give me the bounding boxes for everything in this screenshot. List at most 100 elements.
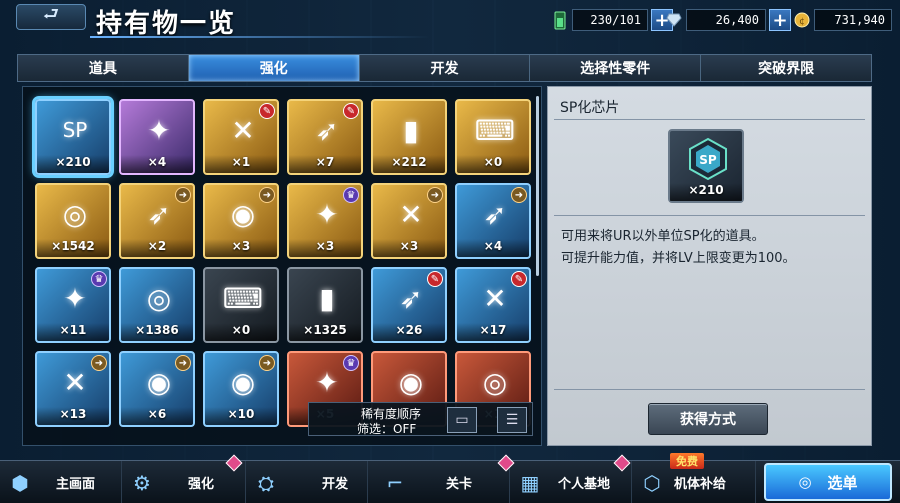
item-icon: ⌨ [222,281,264,315]
svg-text:¢: ¢ [799,17,805,27]
stamina-value: 230/101 [572,9,648,31]
arrow-badge-icon: ➜ [175,355,191,371]
sort-direction-button[interactable]: ☰ [497,407,527,433]
base-icon: ▦ [520,470,540,495]
radar-icon: ◎ [798,473,812,491]
grid-scrollbar[interactable] [536,96,539,276]
item-cell: ✦ ♛ ×11 [31,263,115,347]
nav-stage[interactable]: ⌐ 关卡 [368,454,515,503]
item-cell: ▮ ×1325 [283,263,367,347]
add-gems-button[interactable]: + [769,9,791,31]
item-slot[interactable]: ✕ ➜ ×13 [35,351,111,427]
nav-develop[interactable]: ⛭ 开发 [246,461,368,503]
tab-items[interactable]: 道具 [18,55,189,81]
item-slot[interactable]: ⌨ ×0 [455,99,531,175]
sp-chip-icon: SP [684,137,732,181]
item-cell: ✦ ×4 [115,95,199,179]
arrow-badge-icon: ➜ [427,187,443,203]
obtain-method-button[interactable]: 获得方式 [648,403,768,435]
sort-lines-icon: ☰ [505,412,519,428]
item-cell: ➶ ✎ ×26 [367,263,451,347]
item-cell: ◉ ➜ ×10 [199,347,283,431]
tab-limit-break[interactable]: 突破界限 [701,55,871,81]
item-icon: ▮ [403,113,419,147]
item-cell: ✕ ➜ ×13 [31,347,115,431]
item-icon: ✦ [147,113,171,147]
item-count: ×4 [457,239,529,257]
nav-enhance[interactable]: ⚙ 强化 [122,454,246,503]
nav-base[interactable]: ▦ 个人基地 [510,454,632,503]
item-icon: SP [62,118,88,142]
view-toggle-button[interactable]: ▭ [447,407,477,433]
item-slot[interactable]: ✕ ✎ ×1 [203,99,279,175]
item-icon: ◎ [146,281,172,315]
menu-button[interactable]: ◎ 选单 [764,463,892,501]
item-grid-panel: SP ×210 ✦ ×4 ✕ ✎ ×1 ➶ ✎ ×7 ▮ ×212 ⌨ ×0 ◎ ×1542 ➶ ➜ ×2 ◉ ➜ ×3 ✦… [22,86,542,446]
item-description-line2: 可提升能力值，并将LV上限变更为100。 [561,251,796,266]
tab-develop[interactable]: 开发 [360,55,531,81]
item-slot[interactable]: ➶ ➜ ×2 [119,183,195,259]
item-slot[interactable]: ➶ ➜ ×4 [455,183,531,259]
filter-label[interactable]: 筛选：OFF [357,420,416,437]
wrench-icon: ⚙ [133,470,151,495]
bottom-nav: ⬢ 主画面 ⚙ 强化 ⛭ 开发 ⌐ 关卡 ▦ 个人基地 ⬡ 机体补给 免费 ◎ … [0,453,900,503]
item-cell: ▮ ×212 [367,95,451,179]
gems-value: 26,400 [686,9,766,31]
item-cell: ⌨ ×0 [199,263,283,347]
item-cell: ◎ ×1542 [31,179,115,263]
arrow-badge-icon: ➜ [511,187,527,203]
crown-badge-icon: ♛ [343,355,359,371]
item-count: ×1542 [37,239,109,257]
return-arrow-icon: ⮐ [42,4,60,25]
item-count: ×0 [457,155,529,173]
nav-supply[interactable]: ⬡ 机体补给 免费 [632,453,756,503]
coins-resource: ¢ 731,940 [794,9,892,31]
item-icon: ◎ [62,197,88,231]
battery-icon [552,10,568,30]
arrow-badge-icon: ➜ [91,355,107,371]
item-slot[interactable]: ✦ ♛ ×11 [35,267,111,343]
nav-develop-label: 开发 [322,477,349,492]
arrow-badge-icon: ➜ [259,187,275,203]
item-slot[interactable]: SP ×210 [32,96,114,178]
plus-icon: + [772,9,788,31]
item-count: ×4 [121,155,193,173]
card-view-icon: ▭ [455,412,469,428]
item-cell: ✕ ✎ ×1 [199,95,283,179]
capsule-icon: ⬡ [643,470,661,495]
sort-filter-bar: 稀有度顺序 筛选：OFF ▭ ☰ [308,402,533,436]
item-count: ×17 [457,323,529,341]
item-slot[interactable]: ✕ ➜ ×3 [371,183,447,259]
item-slot[interactable]: ➶ ✎ ×26 [371,267,447,343]
item-slot[interactable]: ◎ ×1542 [35,183,111,259]
item-slot[interactable]: ◎ ×1386 [119,267,195,343]
back-button[interactable]: ⮐ [16,4,86,30]
item-count: ×13 [37,407,109,425]
nav-home[interactable]: ⬢ 主画面 [0,461,122,503]
crown-badge-icon: ♛ [91,271,107,287]
tab-enhance[interactable]: 强化 [188,55,360,81]
item-cell: ⌨ ×0 [451,95,535,179]
tab-optional-parts[interactable]: 选择性零件 [530,55,702,81]
svg-text:SP: SP [699,153,717,167]
item-slot[interactable]: ⌨ ×0 [203,267,279,343]
item-slot[interactable]: ➶ ✎ ×7 [287,99,363,175]
divider [554,389,865,390]
item-slot[interactable]: ▮ ×212 [371,99,447,175]
item-slot[interactable]: ✕ ✎ ×17 [455,267,531,343]
item-slot[interactable]: ◉ ➜ ×10 [203,351,279,427]
item-slot[interactable]: ◉ ➜ ×6 [119,351,195,427]
item-slot[interactable]: ◉ ➜ ×3 [203,183,279,259]
item-cell: ✕ ✎ ×17 [451,263,535,347]
top-bar: ⮐ 持有物一览 230/101 + 26,400 + ¢ 731,940 [0,0,900,48]
item-slot[interactable]: ✦ ×4 [119,99,195,175]
item-slot[interactable]: ✦ ♛ ×3 [287,183,363,259]
coin-icon: ¢ [794,10,810,30]
item-count: ×1386 [121,323,193,341]
item-count: ×1 [205,155,277,173]
item-slot[interactable]: ▮ ×1325 [287,267,363,343]
home-logo-icon: ⬢ [11,470,29,495]
item-cell: ✕ ➜ ×3 [367,179,451,263]
free-badge: 免费 [670,453,704,469]
item-count: ×3 [373,239,445,257]
